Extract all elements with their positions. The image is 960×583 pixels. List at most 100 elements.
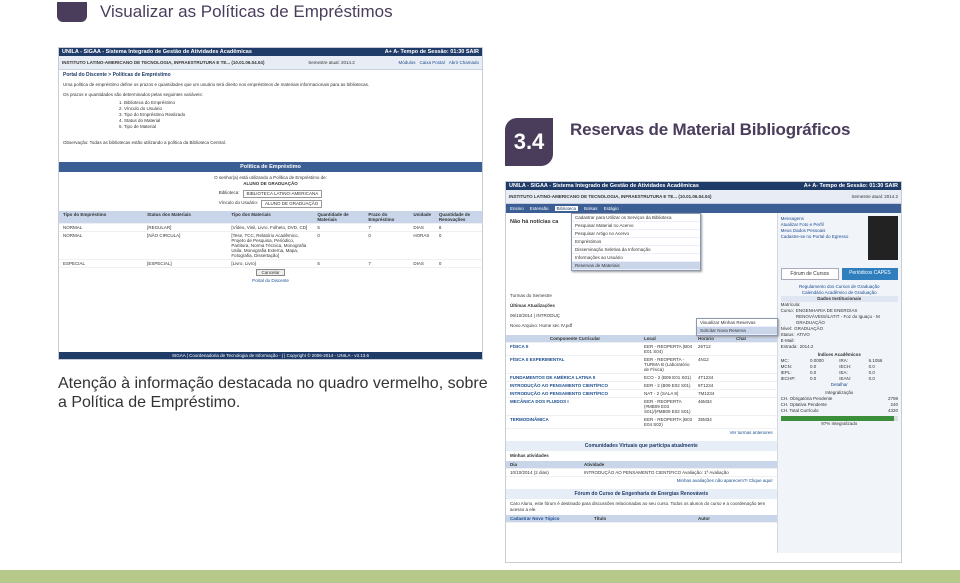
menu-item[interactable]: Disseminação Seletiva da Informação: [572, 246, 700, 254]
matricula-label: Matrícula:: [780, 302, 801, 307]
col-header: Autor: [698, 516, 710, 521]
menu-item[interactable]: Cadastrar para Utilizar os Serviços da B…: [572, 214, 700, 222]
sigaa-topbar: UNILA - SIGAA - Sistema Integrado de Ges…: [506, 182, 901, 190]
table-row: FUNDAMENTOS DE AMÉRICA LATINA II ECO - 2 …: [506, 374, 777, 382]
email-label: E-Mail:: [780, 338, 795, 343]
atividades-header: Dia Atividade: [506, 461, 777, 469]
menu-biblioteca[interactable]: Biblioteca: [554, 206, 579, 211]
table-row: FÍSICA II EER - REOPERTA (B04 E01 S04) 26T…: [506, 343, 777, 356]
cell: NORMAL: [63, 225, 83, 230]
progress-fill: [780, 416, 895, 421]
cell: DIAS: [413, 261, 424, 266]
menu-estagio[interactable]: Estágio: [604, 206, 619, 211]
observation: Observação: Todas as bibliotecas estão u…: [63, 140, 227, 145]
cell: 5: [317, 225, 320, 230]
ch-label: CH. Total Currículo: [780, 408, 819, 413]
breadcrumb: Portal do Discente > Políticas de Emprés…: [59, 70, 482, 80]
screenshot-policy: UNILA - SIGAA - Sistema Integrado de Ges…: [58, 47, 483, 360]
col-header: Dia: [510, 462, 518, 467]
cell[interactable]: INTRODUÇÃO AO PENSAMENTO CIENTÍFICO: [510, 383, 640, 388]
cell[interactable]: FUNDAMENTOS DE AMÉRICA LATINA II: [510, 375, 640, 380]
menu-item[interactable]: Empréstimos: [572, 238, 700, 246]
semester-info: Semestre atual: 2014.2: [851, 194, 898, 199]
menu-item-reservas[interactable]: Reservas de Materiais: [572, 262, 700, 270]
menu-bolsas[interactable]: Bolsas: [584, 206, 598, 211]
forum-cursos-button[interactable]: Fórum de Cursos: [780, 268, 839, 280]
profile-sidebar: Mensagens Atualizar Foto e Perfil Meus D…: [776, 213, 901, 553]
cancel-button[interactable]: Cancelar: [256, 269, 285, 276]
header-tab-marker: [57, 2, 87, 22]
menu-extensao[interactable]: Extensão: [530, 206, 549, 211]
table-row: TERMODINÂMICA EER - REOPERTA (B03 E04 S02…: [506, 416, 777, 429]
avaliacoes-link[interactable]: Minhas avaliações não aparecem?! Clique …: [506, 477, 777, 485]
col-header: Status dos Materiais: [147, 212, 191, 217]
comunidades-title: Comunidades Virtuais que participa atual…: [506, 441, 777, 451]
idx-label: IECHP:: [780, 376, 796, 381]
menu-link[interactable]: Abrir Chamado: [449, 60, 479, 65]
col-header: Atividade: [584, 462, 605, 467]
menu-ensino[interactable]: Ensino: [510, 206, 524, 211]
capes-button[interactable]: Periódicos CAPES: [841, 268, 899, 280]
cell[interactable]: MECÂNICA DOS FLUIDOS I: [510, 399, 640, 414]
ultimas-atualizacoes: Últimas Atualizações: [510, 303, 555, 308]
table-row: NORMAL [REGULAR] [Vídeo, Vinil, Livro, F…: [59, 224, 482, 232]
var-item: 5. Tipo de Material: [119, 124, 157, 129]
page-title: Visualizar as Políticas de Empréstimos: [100, 2, 393, 21]
screenshot-reservas: UNILA - SIGAA - Sistema Integrado de Ges…: [505, 181, 902, 563]
cell: EER - REOPERTA (B03 E04 S02): [644, 417, 693, 427]
novo-topico-link[interactable]: Cadastrar Novo Tópico: [510, 516, 590, 521]
minhas-atividades: Minhas atividades: [510, 453, 549, 458]
cell: NORMAL: [63, 233, 83, 238]
progress-bar: [780, 416, 898, 421]
cell: 0: [368, 233, 371, 238]
cell: DIAS: [413, 225, 424, 230]
sigaa-topbar: UNILA - SIGAA - Sistema Integrado de Ges…: [59, 48, 482, 56]
policy-vars-title: Os prazos e quantidades são determinados…: [63, 92, 203, 97]
entrada-label: Entrada:: [780, 344, 798, 349]
detalhar-link[interactable]: Detalhar: [781, 382, 898, 388]
menu-item-solicitar-reserva[interactable]: Solicitar Nova Reserva: [697, 327, 777, 335]
cell: ESPECIAL: [63, 261, 86, 266]
progress-label: 97% Integralizado: [821, 421, 858, 426]
cell: 7: [368, 225, 371, 230]
table-row: 10/10/2014 (2 dias) INTRODUÇÃO AO PENSAME…: [506, 469, 777, 477]
menu-link[interactable]: Módulos: [398, 60, 415, 65]
cell: 7: [368, 261, 371, 266]
biblioteca-select[interactable]: BIBLIOTECA LATINO-AMERICANA: [242, 190, 323, 198]
cell: 7M1234: [698, 391, 715, 396]
forum-text: Caro Aluno, este fórum é destinado para …: [510, 501, 766, 512]
menu-item[interactable]: Informações ao Usuário: [572, 254, 700, 262]
col-header: Título: [594, 516, 607, 521]
turmas-header: Componente Curricular Local Horário Chat: [506, 335, 777, 343]
cell[interactable]: TERMODINÂMICA: [510, 417, 640, 427]
cell: 4N12: [698, 357, 709, 362]
cell[interactable]: FÍSICA II: [510, 344, 640, 354]
biblioteca-label: Biblioteca:: [218, 190, 240, 195]
menu-item-visualizar-reservas[interactable]: Visualizar Minhas Reservas: [697, 319, 777, 327]
menu-item[interactable]: Pesquisar Artigo no Acervo: [572, 230, 700, 238]
institution-name: INSTITUTO LATINO-AMERICANO DE TECNOLOGIA…: [62, 60, 265, 65]
curso-label: Curso:: [780, 308, 794, 313]
col-header: Tipo do Empréstimo: [63, 212, 107, 217]
table-row: FÍSICA II EXPERIMENTAL EER - REOPERTA - T…: [506, 356, 777, 374]
cell: 0: [317, 233, 320, 238]
turmas-label: Turmas do Semestre: [510, 293, 552, 298]
cell: [NÃO CIRCULA]: [147, 233, 181, 238]
menu-item[interactable]: Pesquisar Material no Acervo: [572, 222, 700, 230]
cell[interactable]: FÍSICA II EXPERIMENTAL: [510, 357, 640, 372]
vinculo-label: Vínculo do Usuário:: [218, 200, 258, 205]
cell: INTRODUÇÃO AO PENSAMENTO CIENTÍFICO Aval…: [584, 470, 729, 475]
portal-link[interactable]: Portal do Discente: [59, 278, 482, 284]
sigaa-footer: SIGAA | Coordenadoria de Tecnologia de I…: [59, 352, 482, 359]
table-row: MECÂNICA DOS FLUIDOS I EER - REOPERTA (#M…: [506, 398, 777, 416]
cell[interactable]: INTRODUÇÃO AO PENSAMENTO CIENTÍFICO: [510, 391, 640, 396]
col-header: Quantidade de Renovações: [438, 212, 471, 222]
vinculo-select[interactable]: ALUNO DE GRADUAÇÃO: [261, 200, 323, 208]
menu-link[interactable]: Caixa Postal: [419, 60, 444, 65]
ver-turmas-link[interactable]: Ver turmas anteriores: [506, 429, 777, 437]
avatar: [868, 216, 898, 260]
cell: 4T1234: [698, 375, 714, 380]
col-header: Quantidade de Materiais: [317, 212, 349, 222]
egresso-link[interactable]: Cadastre-se no Portal do Egresso: [781, 234, 864, 240]
cell: 46M34: [698, 399, 712, 404]
